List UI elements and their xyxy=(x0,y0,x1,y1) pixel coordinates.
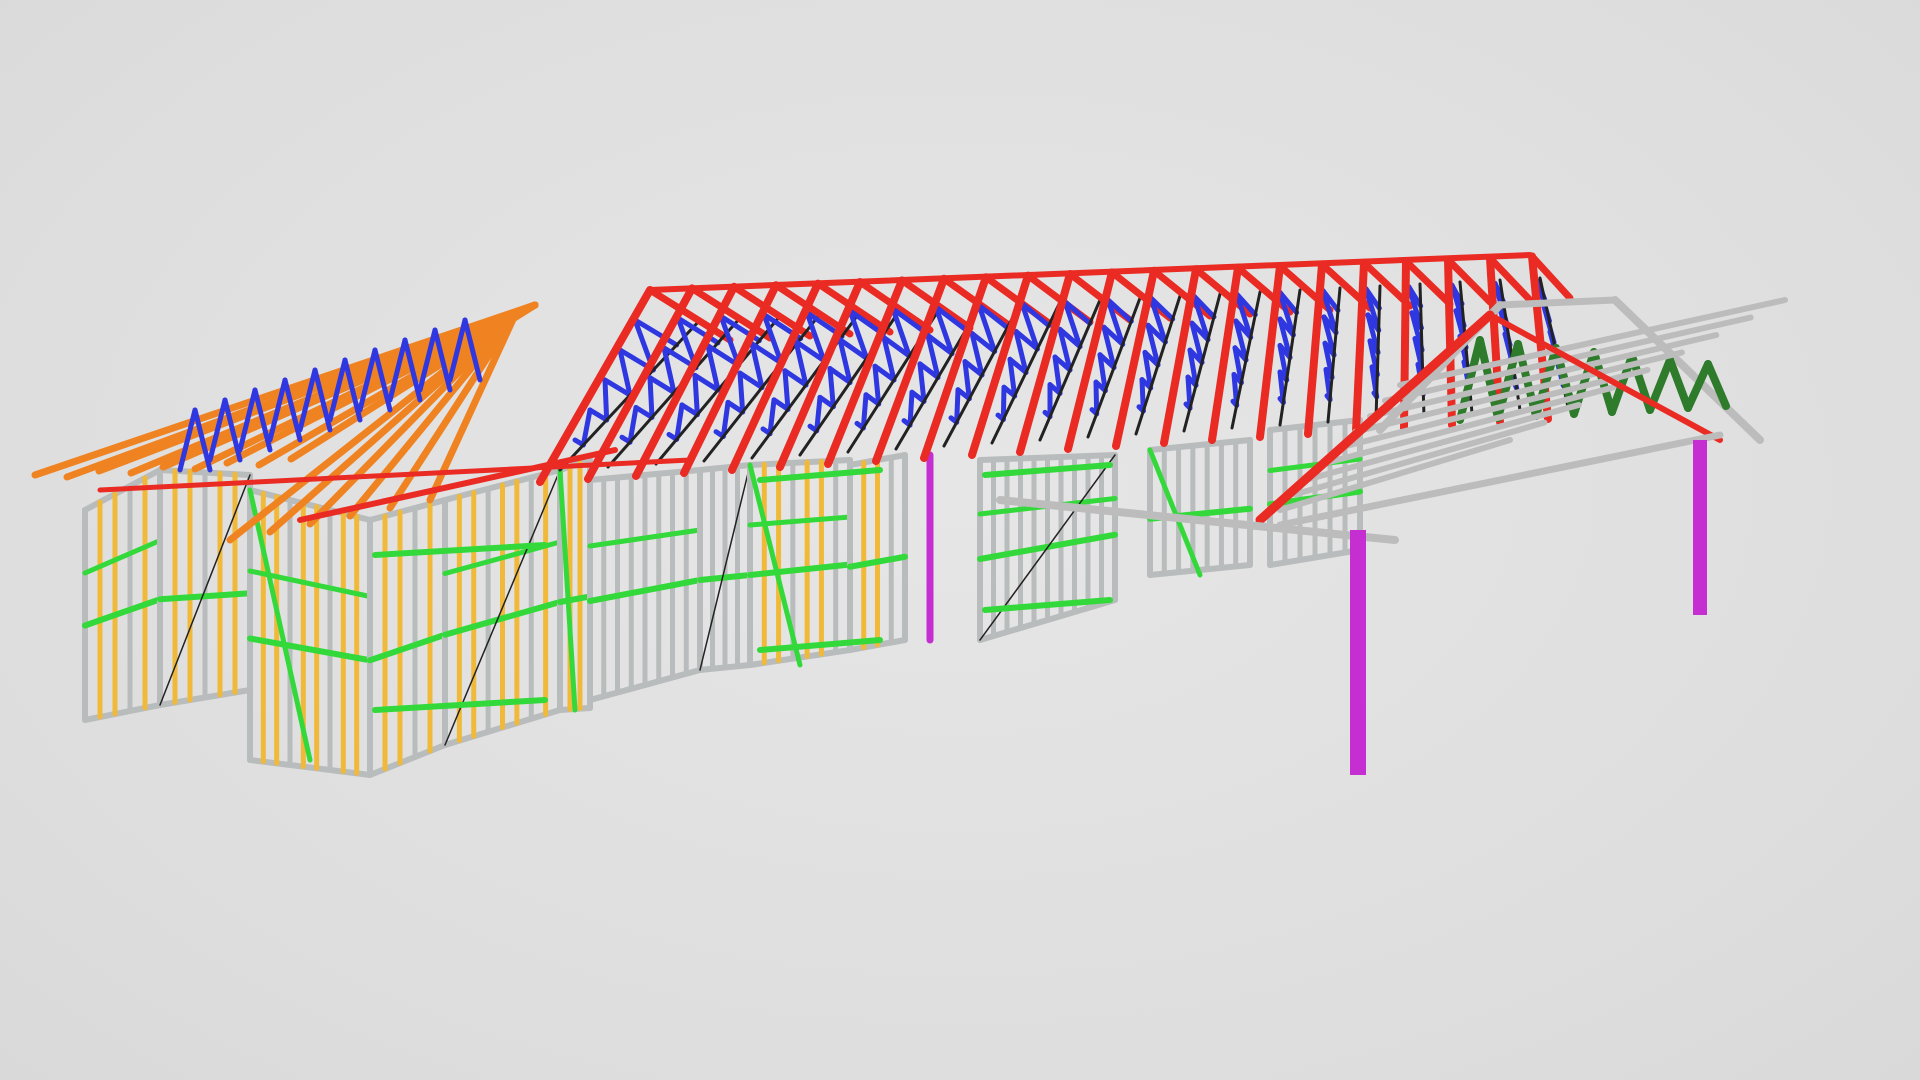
truss-web xyxy=(782,368,791,412)
wall-bottom-plate xyxy=(82,702,163,723)
truss-top-chord xyxy=(1352,258,1368,435)
wall-nogging xyxy=(82,538,163,576)
carport-post-rear xyxy=(1693,440,1707,615)
3d-viewport[interactable] xyxy=(0,0,1920,1080)
truss-web xyxy=(827,366,836,410)
truss-web xyxy=(1093,379,1100,417)
wall-nogging xyxy=(367,631,448,664)
wall-nogging xyxy=(82,596,163,629)
truss-web xyxy=(1139,377,1146,414)
wall-nogging xyxy=(247,635,373,664)
wall-bottom-plate xyxy=(367,742,448,778)
carport-top-chord xyxy=(1496,296,1619,309)
truss-bottom-chord xyxy=(1418,282,1426,418)
truss-web xyxy=(1000,384,1007,422)
wall-nogging xyxy=(557,593,593,605)
truss-web xyxy=(737,370,746,415)
wall-nogging xyxy=(697,572,753,583)
ridge-member xyxy=(647,252,1533,293)
wall-frames xyxy=(82,417,1363,778)
truss-web xyxy=(647,375,655,420)
truss-web xyxy=(602,377,610,423)
frame-model[interactable] xyxy=(0,0,1920,1080)
truss-web xyxy=(872,363,882,407)
truss-web xyxy=(692,372,700,418)
carport-post-front xyxy=(1350,530,1366,775)
